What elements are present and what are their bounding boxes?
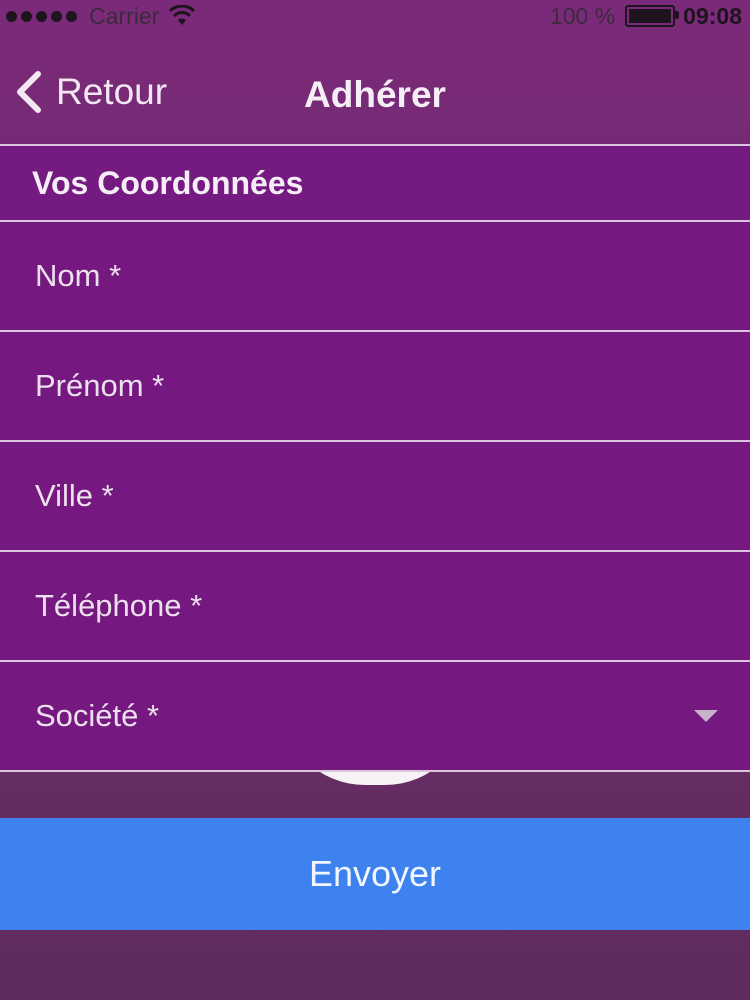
firstname-input[interactable]	[0, 331, 750, 441]
city-field-row	[0, 441, 750, 552]
screen: Carrier 100 % 09:08 Retour Adhérer Vos C…	[0, 0, 750, 1000]
signal-strength-icon	[6, 10, 81, 22]
battery-percentage: 100 %	[549, 2, 616, 29]
caret-down-icon	[694, 710, 718, 722]
company-select-value: Société *	[35, 698, 160, 733]
send-button[interactable]: Envoyer	[0, 818, 750, 930]
phone-field-row	[0, 551, 750, 662]
navigation-bar: Retour Adhérer	[0, 32, 750, 144]
carrier-label: Carrier	[89, 2, 160, 29]
phone-input[interactable]	[0, 551, 750, 661]
send-button-label: Envoyer	[308, 853, 442, 894]
firstname-field-row	[0, 331, 750, 442]
status-bar: Carrier 100 % 09:08	[0, 0, 750, 32]
clock: 09:08	[683, 2, 742, 29]
company-select[interactable]: Société *	[0, 662, 750, 772]
battery-icon	[625, 5, 680, 27]
section-header: Vos Coordonnées	[0, 144, 750, 222]
status-right: 100 % 09:08	[550, 0, 742, 32]
wifi-icon	[169, 5, 196, 25]
name-input[interactable]	[0, 221, 750, 331]
registration-form: Vos Coordonnées Société *	[0, 144, 750, 772]
city-input[interactable]	[0, 441, 750, 551]
page-title: Adhérer	[304, 74, 446, 115]
name-field-row	[0, 221, 750, 332]
